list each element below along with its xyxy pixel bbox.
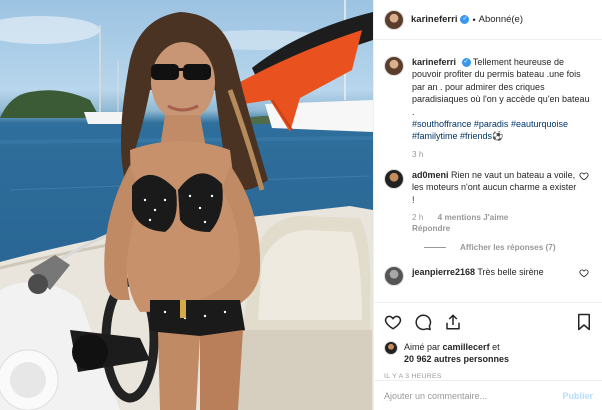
post-time[interactable]: IL Y A 3 HEURES (384, 373, 593, 380)
commenter-username[interactable]: jeanpierre2168 (412, 267, 475, 277)
likes-text: Aimé par camillecerf et 20 962 autres pe… (404, 341, 509, 365)
reply-button[interactable]: Répondre (412, 224, 450, 233)
comment-input[interactable] (384, 390, 563, 401)
share-icon[interactable] (444, 313, 462, 331)
verified-icon: ✓ (460, 15, 470, 24)
hashtag[interactable]: #familytime (412, 131, 458, 141)
replies-divider (424, 247, 446, 249)
post-modal: karineferri ✓ • Abonné(e) karineferri ✓ … (0, 0, 602, 410)
caption: karineferri ✓ Tellement heureuse de pouv… (384, 56, 593, 159)
bookmark-icon[interactable] (575, 313, 593, 331)
comment-item: ad0meni Rien ne vaut un bateau a voile, … (384, 168, 593, 233)
caption-text-block: karineferri ✓ Tellement heureuse de pouv… (412, 56, 592, 143)
comment-likes[interactable]: 4 mentions J'aime (438, 213, 509, 222)
comment-text-block: jeanpierre2168 Très belle sirène (412, 266, 577, 278)
comment-heart-icon[interactable] (579, 268, 589, 278)
comment-text: Très belle sirène (477, 267, 544, 278)
caption-avatar[interactable] (384, 56, 404, 76)
view-replies[interactable]: Afficher les réponses (7) (424, 243, 593, 252)
side-panel: karineferri ✓ • Abonné(e) karineferri ✓ … (373, 0, 602, 410)
soccer-ball-icon: ⚽ (492, 131, 504, 142)
comment-icon[interactable] (414, 313, 432, 331)
commenter-username[interactable]: ad0meni (412, 170, 449, 180)
hashtag[interactable]: #southoffrance (412, 119, 471, 129)
view-replies-label[interactable]: Afficher les réponses (7) (460, 243, 556, 252)
hashtag[interactable]: #friends (460, 131, 492, 141)
follow-status-button[interactable]: Abonné(e) (479, 14, 523, 25)
comment-text-block: ad0meni Rien ne vaut un bateau a voile, … (412, 169, 577, 206)
verified-icon: ✓ (461, 58, 471, 68)
post-photo[interactable] (0, 0, 373, 410)
commenter-avatar[interactable] (384, 266, 404, 287)
photo-illustration (0, 0, 373, 410)
separator: • (472, 14, 476, 25)
hashtag[interactable]: #eauturquoise (511, 119, 568, 129)
author-avatar[interactable] (384, 9, 404, 30)
likes-summary: Aimé par camillecerf et 20 962 autres pe… (384, 341, 593, 365)
comment-time[interactable]: 2 h (412, 213, 423, 222)
heart-icon[interactable] (384, 313, 402, 331)
likes-and: et (492, 342, 500, 352)
comments-list[interactable]: karineferri ✓ Tellement heureuse de pouv… (374, 40, 602, 300)
post-actions: Aimé par camillecerf et 20 962 autres pe… (374, 302, 602, 380)
comment-meta: 2 h 4 mentions J'aime Répondre (412, 213, 577, 233)
caption-meta: 3 h (412, 150, 592, 159)
action-icons (384, 309, 593, 335)
add-comment-bar: Publier (374, 380, 602, 410)
author-username[interactable]: karineferri (411, 14, 457, 25)
hashtag[interactable]: #paradis (474, 119, 509, 129)
likes-count[interactable]: 20 962 autres personnes (404, 354, 509, 364)
caption-username[interactable]: karineferri (412, 57, 456, 67)
comment-heart-icon[interactable] (579, 171, 589, 181)
liker-username[interactable]: camillecerf (443, 342, 490, 352)
comment-item: jeanpierre2168 Très belle sirène (384, 266, 593, 287)
publish-button[interactable]: Publier (562, 391, 593, 401)
caption-time[interactable]: 3 h (412, 150, 423, 159)
post-header: karineferri ✓ • Abonné(e) (374, 0, 602, 40)
liker-avatar[interactable] (384, 341, 398, 355)
likes-prefix: Aimé par (404, 342, 441, 352)
commenter-avatar[interactable] (384, 168, 404, 189)
